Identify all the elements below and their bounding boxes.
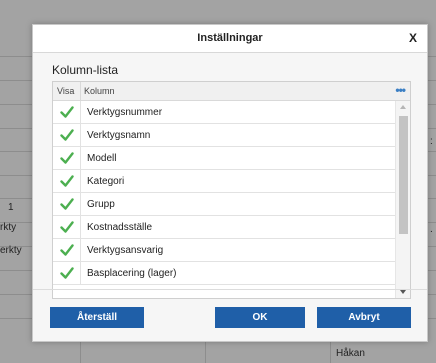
bg-cell: Håkan [336, 348, 365, 359]
bg-mark: : [430, 136, 433, 147]
bg-column-separator [80, 342, 81, 363]
list-item[interactable]: Modell [53, 147, 395, 170]
row-separator [80, 147, 81, 170]
column-list-title: Kolumn-lista [52, 63, 119, 77]
scrollbar-thumb[interactable] [399, 116, 408, 234]
list-item[interactable]: Basplacering (lager) [53, 262, 395, 285]
scroll-up-arrow-icon[interactable] [400, 105, 406, 109]
row-separator [80, 193, 81, 216]
row-separator [80, 216, 81, 239]
row-separator [80, 170, 81, 193]
list-item-label: Modell [87, 153, 117, 164]
close-button[interactable]: X [409, 31, 417, 45]
bg-cell: rkty [0, 222, 17, 233]
checkmark-icon[interactable] [60, 128, 74, 142]
bg-column-separator [330, 342, 331, 363]
bg-cell: erkty [0, 245, 22, 256]
reset-button[interactable]: Återställ [50, 307, 144, 328]
bg-column-separator [205, 342, 206, 363]
ok-button[interactable]: OK [215, 307, 305, 328]
checkmark-icon[interactable] [60, 243, 74, 257]
settings-dialog: Inställningar X Kolumn-lista Visa Kolumn… [32, 24, 428, 342]
column-list: Visa Kolumn ••• Verktygsnummer Verktygsn… [52, 81, 411, 299]
checkmark-icon[interactable] [60, 151, 74, 165]
row-separator [80, 239, 81, 262]
column-list-header: Visa Kolumn ••• [53, 82, 410, 101]
scroll-down-arrow-icon[interactable] [400, 290, 406, 294]
checkmark-icon[interactable] [60, 220, 74, 234]
dialog-header: Inställningar X [33, 25, 427, 53]
list-item-label: Verktygsnamn [87, 130, 151, 141]
bg-mark: . [430, 224, 433, 235]
row-separator [80, 262, 81, 285]
vertical-scrollbar[interactable] [395, 101, 410, 298]
list-item-label: Grupp [87, 199, 115, 210]
list-item[interactable]: Kostnadsställe [53, 216, 395, 239]
header-visa: Visa [57, 86, 75, 96]
list-item-label: Verktygsansvarig [87, 245, 164, 256]
checkmark-icon[interactable] [60, 105, 74, 119]
checkmark-icon[interactable] [60, 197, 74, 211]
footer-divider [33, 289, 427, 290]
list-item[interactable]: Kategori [53, 170, 395, 193]
row-separator [80, 101, 81, 124]
checkmark-icon[interactable] [60, 266, 74, 280]
row-separator [80, 124, 81, 147]
list-item[interactable]: Verktygsansvarig [53, 239, 395, 262]
header-kolumn: Kolumn [84, 86, 115, 96]
cancel-button[interactable]: Avbryt [317, 307, 411, 328]
list-item-label: Kategori [87, 176, 125, 187]
bg-cell: 1 [8, 202, 14, 213]
dialog-title: Inställningar [197, 32, 263, 44]
list-item[interactable]: Verktygsnamn [53, 124, 395, 147]
more-options-icon[interactable]: ••• [395, 83, 406, 97]
column-rows: Verktygsnummer Verktygsnamn Modell Kateg… [53, 101, 395, 285]
header-separator [80, 82, 81, 101]
list-item[interactable]: Verktygsnummer [53, 101, 395, 124]
list-item[interactable]: Grupp [53, 193, 395, 216]
list-item-label: Basplacering (lager) [87, 268, 177, 279]
checkmark-icon[interactable] [60, 174, 74, 188]
list-item-label: Kostnadsställe [87, 222, 153, 233]
list-item-label: Verktygsnummer [87, 107, 163, 118]
